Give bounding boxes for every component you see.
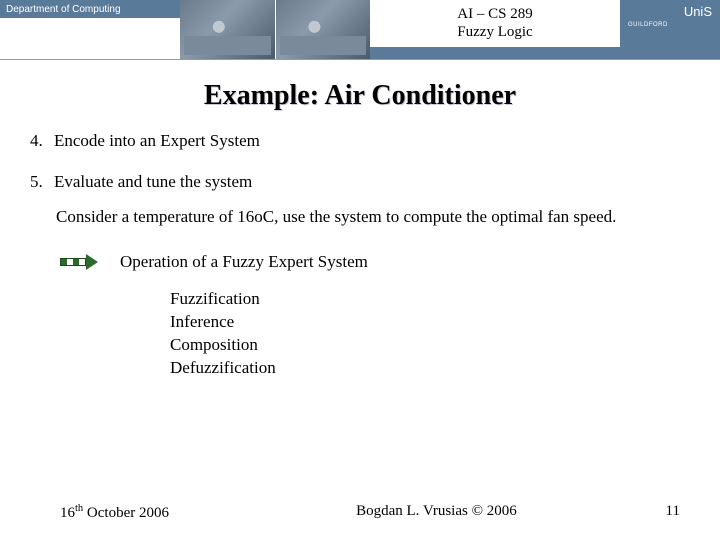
footer-author: Bogdan L. Vrusias © 2006 [281,503,591,522]
arrow-icon [60,255,100,269]
list-item-5: 5. Evaluate and tune the system [30,171,690,194]
slide-header: Department of Computing AI – CS 289 Fuzz… [0,0,720,60]
department-label: Department of Computing [0,0,180,18]
operation-heading: Operation of a Fuzzy Expert System [120,251,368,274]
step-composition: Composition [170,334,690,357]
slide-content: 4. Encode into an Expert System 5. Evalu… [0,112,720,380]
steps-list: Fuzzification Inference Composition Defu… [170,288,690,380]
header-left: Department of Computing [0,0,180,59]
header-center: AI – CS 289 Fuzzy Logic [370,0,620,59]
operation-row: Operation of a Fuzzy Expert System [60,251,690,274]
list-item-4: 4. Encode into an Expert System [30,130,690,153]
footer-date: 16th October 2006 [60,503,281,522]
footer-date-sup: th [75,503,83,514]
consider-text: Consider a temperature of 16oC, use the … [56,206,690,229]
step-defuzzification: Defuzzification [170,357,690,380]
university-logo: UniS GUILDFORD [620,0,720,47]
course-line-1: AI – CS 289 [457,6,532,23]
list-text-5: Evaluate and tune the system [54,171,252,194]
logo-text: UniS [684,4,712,19]
header-left-fill [0,18,180,59]
header-right-bar [620,47,720,59]
course-title-block: AI – CS 289 Fuzzy Logic [370,0,620,47]
logo-subtext: GUILDFORD [628,22,668,28]
footer-page-number: 11 [591,503,680,522]
footer-date-pre: 16 [60,505,75,521]
list-number-4: 4. [30,130,54,153]
header-right: UniS GUILDFORD [620,0,720,59]
header-center-bar [370,47,620,59]
footer-date-post: October 2006 [83,505,169,521]
list-number-5: 5. [30,171,54,194]
header-photos [180,0,370,59]
header-photo-1 [180,0,276,59]
slide-footer: 16th October 2006 Bogdan L. Vrusias © 20… [0,503,720,522]
list-text-4: Encode into an Expert System [54,130,260,153]
slide-title: Example: Air Conditioner [0,80,720,112]
step-fuzzification: Fuzzification [170,288,690,311]
course-line-2: Fuzzy Logic [457,24,532,41]
header-photo-2 [276,0,371,59]
step-inference: Inference [170,311,690,334]
